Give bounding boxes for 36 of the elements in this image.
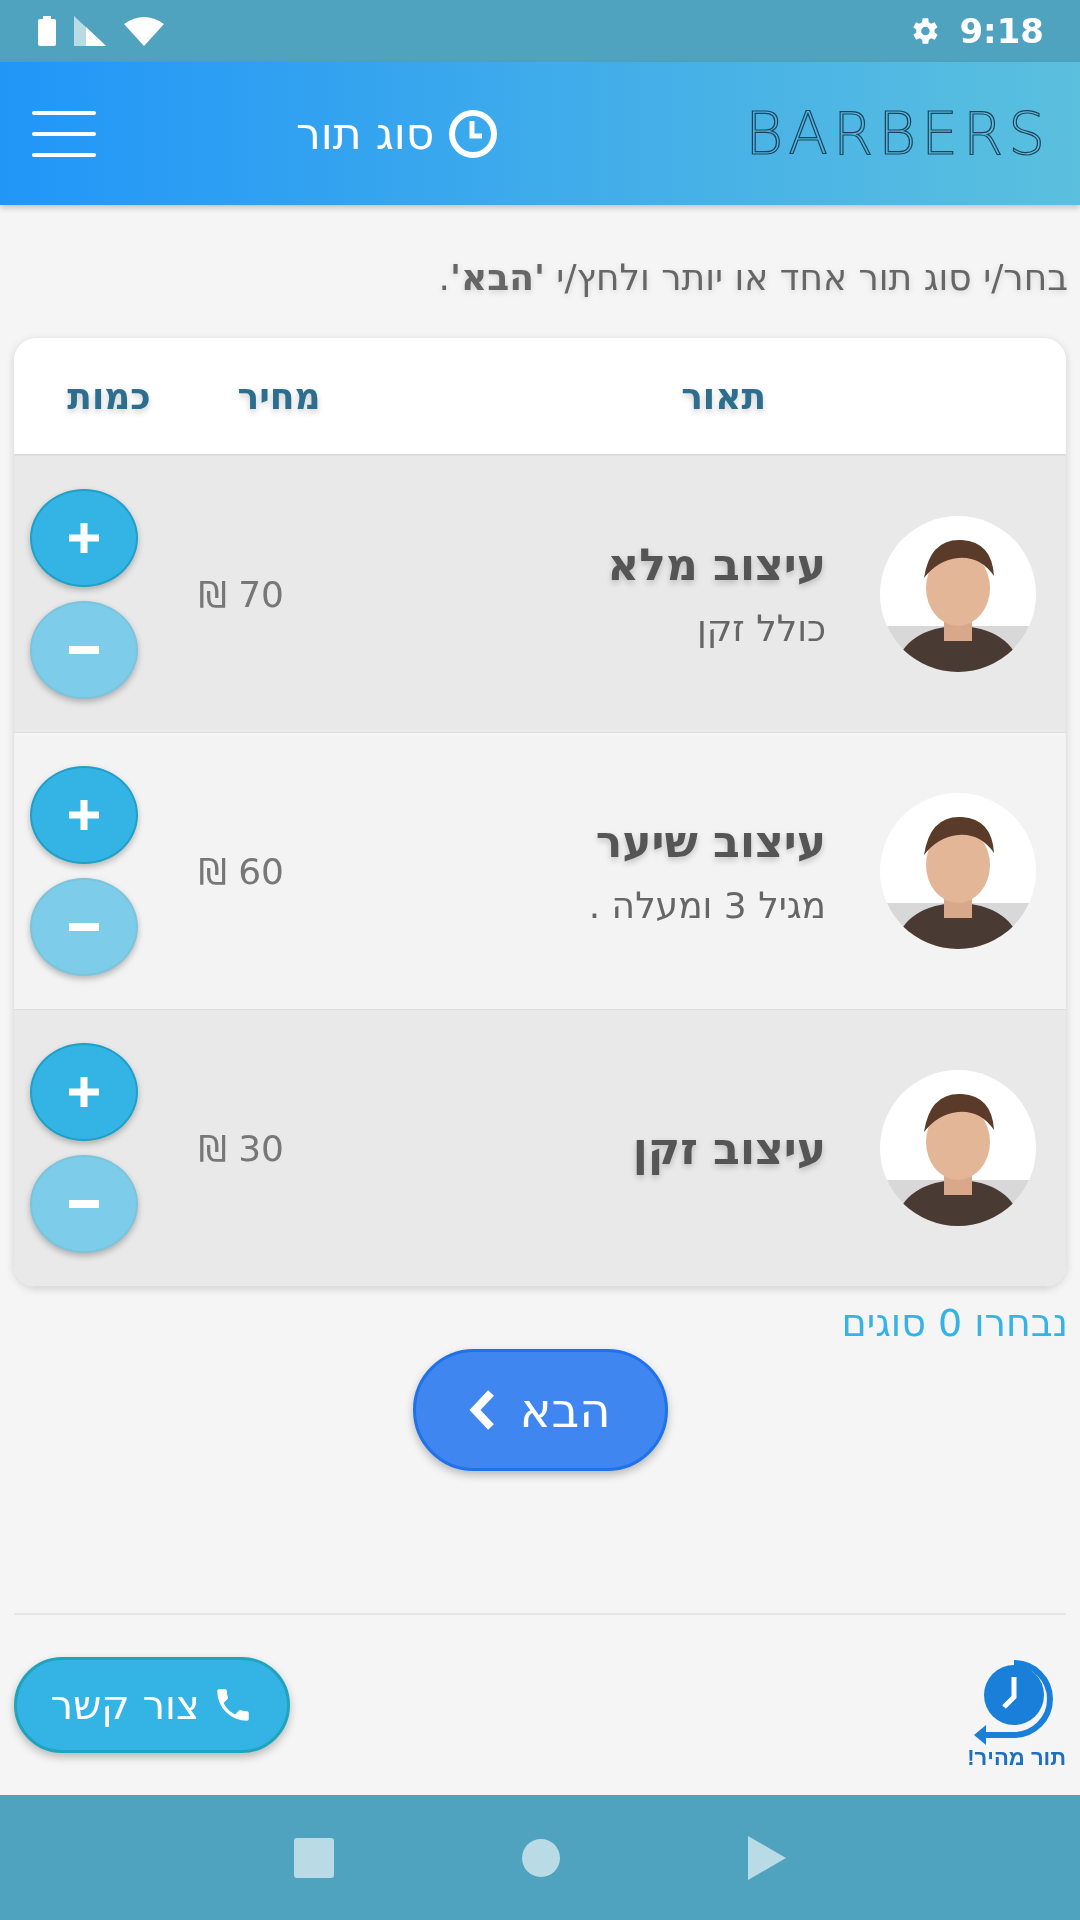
column-header: כמות [67,375,151,417]
service-price: 70 ₪ [198,573,284,615]
service-title: עיצוב זקן [631,1122,826,1174]
selected-count: נבחרו 0 סוגים [840,1300,1069,1345]
plus-button[interactable] [30,766,138,864]
recent-apps-icon[interactable] [294,1837,334,1878]
minus-icon [69,923,99,931]
service-title: עיצוב מלא [606,539,826,590]
plus-button[interactable] [30,1043,138,1141]
home-icon[interactable] [522,1838,560,1877]
clock-icon [448,108,499,159]
wifi-icon [124,16,164,46]
service-title: עיצוב שיער [594,816,826,867]
plus-icon [66,520,102,556]
plus-icon [66,1074,102,1110]
brand-logo: BARBERS [745,99,1050,168]
plus-button[interactable] [30,489,138,587]
plus-icon [66,797,102,833]
service-subtitle: כולל זקן [695,608,826,649]
quick-booking-button[interactable]: תור מהיר! [967,1659,1066,1771]
battery-icon [38,16,56,46]
column-header: תאור [681,375,766,417]
service-price: 30 ₪ [198,1127,284,1169]
signal-icon [74,16,106,46]
chevron-left-icon [469,1389,496,1431]
service-price: 60 ₪ [198,850,284,892]
page-title: סוג תור [296,108,435,159]
clock-time: 9:18 [959,11,1044,51]
service-subtitle: מגיל 3 ומעלה . [587,885,826,926]
back-icon[interactable] [748,1835,786,1880]
minus-icon [69,646,99,654]
menu-icon[interactable] [32,110,96,157]
next-button[interactable]: הבא [412,1349,668,1471]
instruction-text: בחר/י סוג תור אחד או יותר ולחץ/י 'הבא'. [437,257,1069,298]
column-header: מחיר [237,375,321,417]
minus-icon [69,1200,99,1208]
